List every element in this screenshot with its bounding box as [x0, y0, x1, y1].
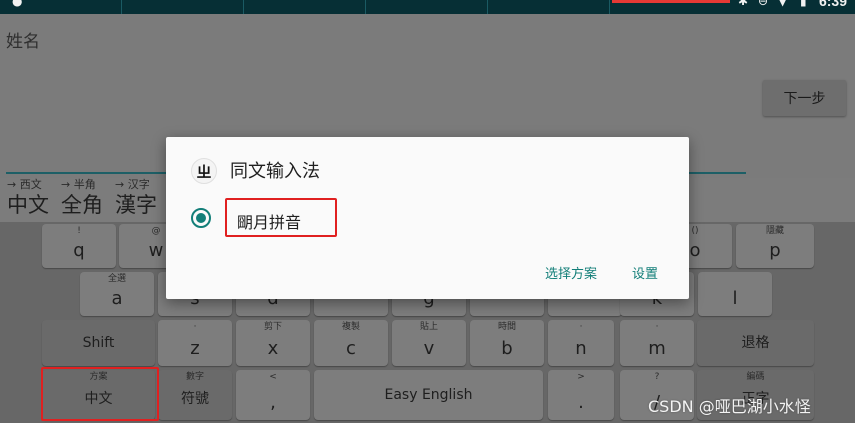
key-label: m	[648, 338, 666, 359]
candidate-hint: → 西文	[7, 178, 42, 191]
radio-selected-dot	[196, 213, 206, 223]
status-time: 6:39	[818, 0, 847, 9]
key-sublabel: 貼上	[419, 322, 438, 332]
key-a[interactable]: 全選 a	[80, 272, 154, 316]
period-key[interactable]: > .	[548, 370, 614, 420]
battery-charging-icon: ▮	[800, 0, 807, 8]
key-sublabel: 剪下	[263, 322, 282, 332]
status-bar-segment	[122, 0, 244, 14]
key-sublabel: 複製	[341, 322, 360, 332]
name-field-label: 姓名	[6, 32, 40, 52]
key-x[interactable]: 剪下 x	[236, 320, 310, 366]
scheme-radio-button[interactable]	[191, 208, 211, 228]
key-label: Shift	[82, 335, 115, 351]
next-button[interactable]: 下一步	[763, 80, 846, 116]
key-sublabel: 編碼	[746, 372, 765, 382]
scheme-option-highlight	[225, 198, 337, 237]
key-sublabel: ·	[655, 322, 659, 332]
key-label: 符號	[181, 391, 209, 407]
key-sublabel: !	[77, 226, 81, 236]
key-b[interactable]: 時間 b	[470, 320, 544, 366]
status-bar-segment	[366, 0, 488, 14]
key-label: ,	[270, 392, 276, 413]
key-n[interactable]: · n	[548, 320, 614, 366]
select-scheme-button[interactable]: 选择方案	[545, 263, 597, 282]
android-notification-icon: ●	[12, 0, 23, 8]
key-c[interactable]: 複製 c	[314, 320, 388, 366]
key-label: p	[769, 240, 781, 261]
key-sublabel: 數字	[185, 372, 204, 382]
key-sublabel: >	[577, 372, 585, 382]
candidate-label: 全角	[61, 193, 103, 217]
status-bar: ● ✱ ⊖ ▼ ▮ 6:39	[0, 0, 855, 14]
shift-key[interactable]: Shift	[42, 320, 155, 366]
candidate-item[interactable]: → 西文 中文	[7, 178, 49, 218]
candidate-hint: → 汉字	[115, 178, 150, 191]
key-label: b	[501, 338, 513, 359]
input-method-dialog: ㄓ 同文输入法 朙月拼音 选择方案 设置	[166, 137, 689, 299]
key-label: q	[73, 240, 85, 261]
key-label: a	[111, 288, 123, 309]
backspace-key[interactable]: 退格	[697, 320, 814, 366]
key-l[interactable]: l	[698, 272, 772, 316]
candidate-hint: → 半角	[61, 178, 96, 191]
comma-key[interactable]: < ,	[236, 370, 310, 420]
key-sublabel: 全選	[107, 274, 126, 284]
key-sublabel: ?	[654, 372, 660, 382]
bluetooth-icon: ✱	[738, 0, 749, 8]
settings-button[interactable]: 设置	[632, 263, 658, 282]
candidate-item[interactable]: → 汉字 漢字	[115, 178, 157, 218]
do-not-disturb-icon: ⊖	[758, 0, 769, 8]
dialog-title: 同文输入法	[230, 161, 320, 182]
wifi-icon: ▼	[778, 0, 788, 8]
candidate-label: 漢字	[115, 193, 157, 217]
trime-app-icon: ㄓ	[191, 158, 217, 184]
watermark: CSDN @哑巴湖小水怪	[648, 397, 811, 416]
key-z[interactable]: · z	[158, 320, 232, 366]
key-sublabel: 時間	[497, 322, 516, 332]
key-label: .	[578, 392, 584, 413]
key-label: x	[267, 338, 279, 359]
key-sublabel: ·	[193, 322, 197, 332]
key-sublabel: <	[269, 372, 277, 382]
key-label: Easy English	[384, 387, 473, 403]
key-m[interactable]: · m	[620, 320, 694, 366]
key-q[interactable]: ! q	[42, 224, 116, 268]
key-label: l	[732, 288, 738, 309]
key-sublabel: 隱藏	[765, 226, 784, 236]
key-label: v	[423, 338, 435, 359]
key-label: n	[575, 338, 587, 359]
status-bar-segment	[244, 0, 366, 14]
key-label: z	[190, 338, 200, 359]
key-label: 退格	[741, 335, 770, 351]
symbols-key[interactable]: 數字 符號	[158, 370, 232, 420]
progress-indicator	[612, 0, 730, 3]
space-key[interactable]: Easy English	[314, 370, 543, 420]
candidate-label: 中文	[7, 193, 49, 217]
key-label: c	[346, 338, 356, 359]
key-v[interactable]: 貼上 v	[392, 320, 466, 366]
status-bar-segment	[488, 0, 610, 14]
key-p[interactable]: 隱藏 p	[736, 224, 814, 268]
scheme-key-highlight	[41, 367, 159, 421]
key-sublabel: ·	[579, 322, 583, 332]
candidate-item[interactable]: → 半角 全角	[61, 178, 103, 218]
